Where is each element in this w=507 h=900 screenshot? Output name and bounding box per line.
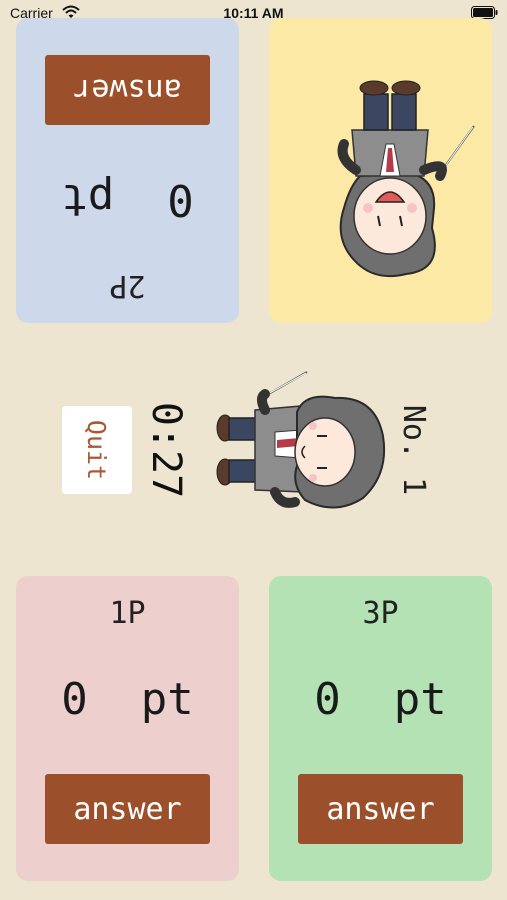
player-1-score: 0 pt [61, 674, 194, 725]
player-3-answer-button[interactable]: answer [298, 774, 463, 844]
player-3-name: 3P [362, 596, 399, 631]
question-number: No. 1 [393, 396, 435, 504]
beethoven-illustration-top [337, 80, 475, 278]
timer-display: 0:27 [141, 398, 191, 502]
quit-button[interactable]: Quit [62, 406, 132, 494]
question-number-label: No. 1 [396, 404, 432, 496]
player-1-answer-button[interactable]: answer [45, 774, 210, 844]
player-2-answer-button[interactable]: answer [45, 55, 210, 125]
quit-label: Quit [82, 419, 112, 481]
beethoven-illustration-center [216, 371, 386, 509]
player-1-name: 1P [109, 596, 146, 631]
timer-value: 0:27 [143, 401, 189, 499]
player-2-score: 0 pt [61, 174, 194, 225]
player-3-panel: 3P 0 pt answer [269, 576, 492, 881]
player-2-panel: 2P 0 pt answer [16, 18, 239, 323]
player-3-score: 0 pt [314, 674, 447, 725]
player-2-name: 2P [109, 268, 146, 303]
player-1-panel: 1P 0 pt answer [16, 576, 239, 881]
